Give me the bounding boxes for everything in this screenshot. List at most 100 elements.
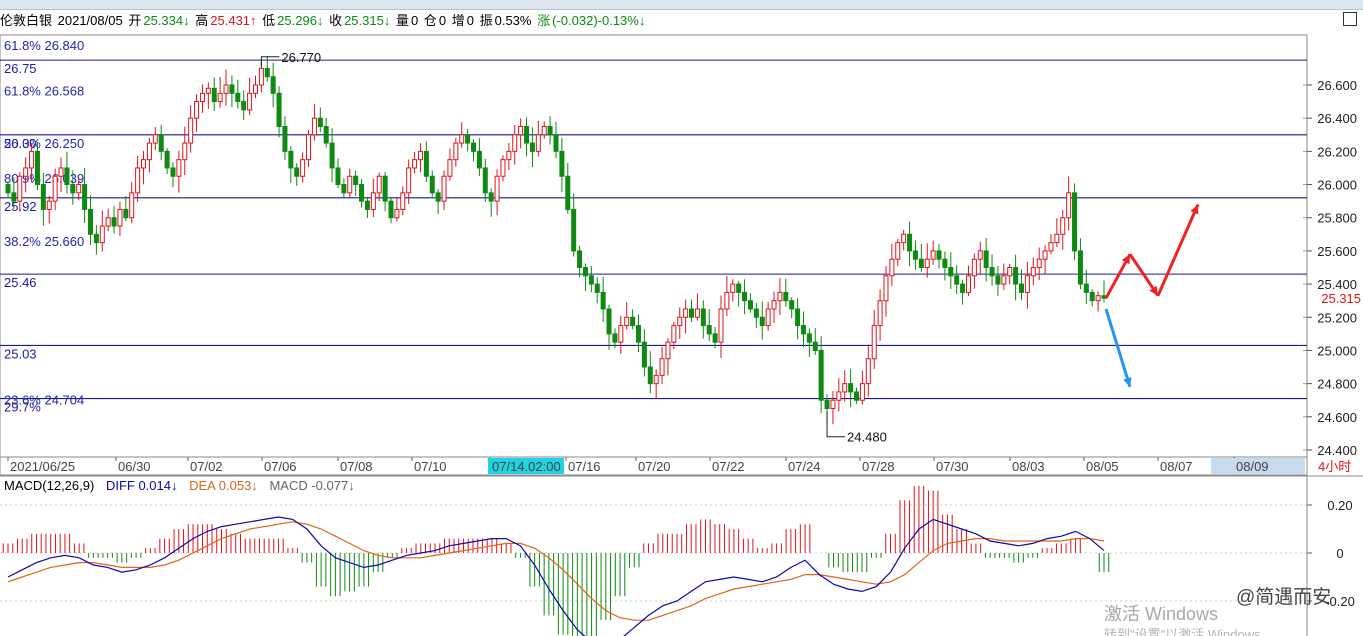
candle-body [753, 308, 759, 318]
diff-value: 0.014↓ [138, 478, 178, 493]
candle-body [347, 175, 353, 194]
candle-body [848, 383, 854, 393]
candle-body [317, 117, 323, 127]
candle-body [612, 333, 618, 343]
candle-body [152, 134, 158, 144]
candle-body [370, 192, 376, 210]
y-tick-label: 24.600 [1317, 410, 1357, 425]
candle-body [547, 125, 553, 136]
candle-body [111, 217, 117, 227]
candle-body [335, 167, 341, 186]
x-tick-label: 07/28 [862, 459, 895, 474]
windows-activation-watermark: 激活 Windows [1104, 604, 1219, 624]
y-tick-label: 25.400 [1317, 277, 1357, 292]
candle-body [1001, 275, 1007, 285]
candle-body [146, 142, 152, 161]
candle-body [117, 208, 123, 227]
diff-label: DIFF [105, 478, 135, 493]
candle-body [93, 233, 99, 244]
candle-body [205, 87, 211, 94]
candle-body [989, 267, 995, 277]
candle-body [105, 217, 111, 227]
candle-body [912, 250, 918, 260]
candle-body [158, 134, 164, 152]
macd-tick-label: 0 [1336, 546, 1343, 561]
candle-body [164, 150, 170, 169]
candlestick-chart[interactable]: 26.600 26.400 26.200 26.000 25.800 25.600 25.4… [0, 0, 1363, 636]
fib-label: 38.2% 25.660 [4, 234, 84, 249]
fib-label: 80.9% 26.039 [4, 171, 84, 186]
candle-body [907, 233, 913, 252]
max-annotation: 26.770 [281, 50, 321, 65]
candle-body [836, 391, 842, 401]
candle-body [800, 325, 806, 335]
candle-body [559, 150, 565, 177]
diff-line [7, 516, 1105, 636]
candle-body [995, 275, 1001, 285]
candle-body [465, 134, 471, 144]
candle-body [1077, 250, 1083, 285]
candle-body [23, 167, 29, 177]
candle-body [535, 134, 541, 152]
candle-body [435, 192, 441, 202]
candle-body [17, 175, 23, 202]
candle-body [942, 258, 948, 269]
candle-body [241, 101, 247, 111]
x-tick-label: 2021/06/25 [10, 459, 75, 474]
candle-body [795, 308, 801, 327]
candle-body [606, 308, 612, 335]
level-label: 25.03 [4, 346, 37, 361]
candle-body [1089, 291, 1095, 302]
candle-body [659, 358, 665, 376]
candle-body [524, 125, 530, 144]
candle-body [288, 150, 294, 169]
candle-body [223, 84, 229, 94]
candle-body [812, 341, 818, 351]
candle-body [341, 184, 347, 194]
macd-header: MACD(12,26,9) DIFF 0.014↓ DEA 0.053↓ MAC… [4, 476, 355, 496]
candle-body [359, 184, 365, 202]
candle-body [677, 316, 683, 327]
candle-body [11, 192, 17, 202]
candle-body [1083, 283, 1089, 293]
x-tick-label: 07/06 [264, 459, 297, 474]
forecast-arrow-down [1104, 308, 1132, 388]
candle-body [724, 291, 730, 310]
candle-body [99, 225, 105, 244]
candle-body [329, 142, 335, 169]
candle-body [518, 125, 524, 136]
macd-tick-label: 0.20 [1327, 498, 1352, 513]
y-tick-label: 24.800 [1317, 377, 1357, 392]
candle-body [417, 150, 423, 161]
candle-body [653, 374, 659, 385]
candle-body [235, 92, 241, 103]
candle-body [199, 92, 205, 103]
candle-body [300, 159, 306, 177]
max-marker [260, 56, 280, 67]
candle-body [400, 192, 406, 210]
candle-body [247, 92, 253, 111]
candle-body [689, 308, 695, 318]
candle-body [1036, 258, 1042, 269]
candle-body [553, 134, 559, 152]
candle-body [1095, 295, 1101, 302]
candle-body [1024, 275, 1030, 293]
candle-body [294, 167, 300, 177]
candle-body [577, 250, 583, 268]
macd-value: -0.077↓ [311, 478, 355, 493]
candle-body [406, 167, 412, 194]
x-tick-label: 08/07 [1160, 459, 1193, 474]
min-annotation: 24.480 [847, 430, 887, 445]
candle-body [512, 134, 518, 152]
candle-body [883, 275, 889, 302]
candle-body [730, 283, 736, 293]
candle-body [58, 167, 64, 177]
candle-body [412, 159, 418, 169]
candle-body [671, 325, 677, 343]
y-tick-label: 26.000 [1317, 178, 1357, 193]
y-tick-label: 26.200 [1317, 144, 1357, 159]
price-panel-frame [0, 34, 1308, 458]
candle-body [647, 366, 653, 385]
candle-body [965, 275, 971, 293]
x-tick-label: 07/20 [638, 459, 671, 474]
